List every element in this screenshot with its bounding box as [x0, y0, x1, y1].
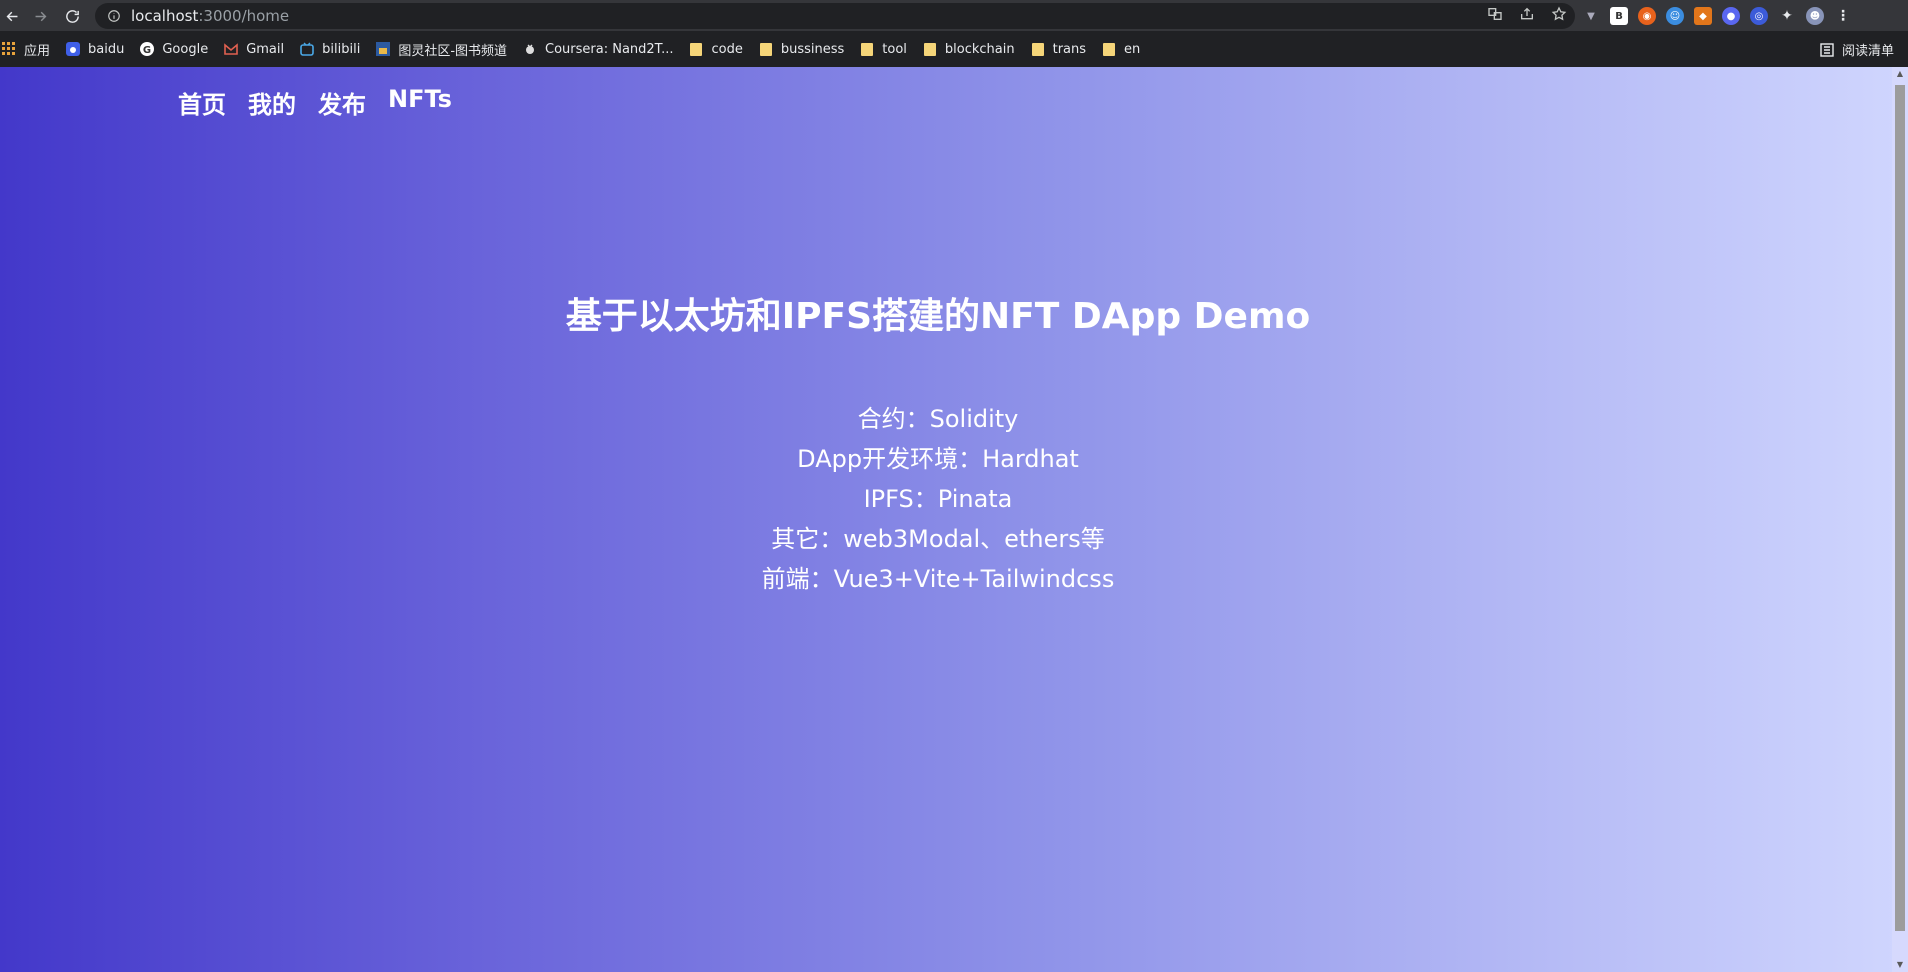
folder-icon	[689, 42, 703, 56]
bookmark-label: baidu	[88, 41, 125, 57]
bookmark-label: 图灵社区-图书频道	[398, 43, 508, 59]
nav-home[interactable]: 首页	[178, 85, 226, 120]
tech-stack-list: 合约：Solidity DApp开发环境：Hardhat IPFS：Pinata…	[0, 399, 1876, 599]
bookmark-label: blockchain	[944, 41, 1015, 57]
bookmark-google[interactable]: G Google	[140, 42, 208, 57]
address-bar[interactable]: localhost:3000/home	[95, 3, 1575, 29]
translate-icon[interactable]	[1487, 6, 1503, 26]
list-item: DApp开发环境：Hardhat	[797, 445, 1079, 473]
nav-nfts[interactable]: NFTs	[388, 85, 452, 120]
bookmark-bilibili[interactable]: bilibili	[300, 42, 360, 57]
baidu-icon	[66, 42, 81, 56]
vue-devtools-icon[interactable]: ▼	[1582, 7, 1600, 25]
list-item: 前端：Vue3+Vite+Tailwindcss	[761, 565, 1115, 593]
metamask-icon[interactable]: ◆	[1694, 7, 1712, 25]
bookmark-label: Coursera: Nand2T...	[545, 41, 674, 57]
gmail-icon	[224, 42, 238, 56]
coursera-icon	[523, 42, 537, 56]
arrow-left-icon	[6, 11, 17, 21]
reading-list-icon	[1820, 42, 1834, 57]
bookmark-folder-tool[interactable]: tool	[860, 42, 907, 57]
bookmark-label: Gmail	[246, 41, 285, 57]
site-nav: 首页 我的 发布 NFTs	[178, 85, 452, 120]
scroll-up-icon[interactable]: ▲	[1895, 69, 1905, 79]
nav-mine[interactable]: 我的	[248, 85, 296, 120]
bookmark-label: tool	[882, 41, 907, 57]
back-button[interactable]	[0, 4, 24, 28]
bookmark-folder-blockchain[interactable]: blockchain	[923, 42, 1015, 57]
turing-icon	[376, 42, 391, 56]
scroll-down-icon[interactable]: ▼	[1895, 960, 1905, 970]
reload-icon	[65, 9, 79, 23]
svg-text:G: G	[143, 45, 151, 56]
folder-icon	[1102, 42, 1116, 56]
bookmark-baidu[interactable]: baidu	[66, 42, 124, 57]
google-icon: G	[140, 42, 155, 56]
page-title: 基于以太坊和IPFS搭建的NFT DApp Demo	[565, 296, 1311, 337]
reading-list-label: 阅读清单	[1841, 44, 1894, 59]
more-menu-icon[interactable]: ⋮	[1834, 7, 1852, 25]
bookmark-label: 应用	[24, 43, 51, 59]
bookmark-gmail[interactable]: Gmail	[224, 42, 284, 57]
folder-icon	[860, 42, 874, 56]
bookmark-apps[interactable]: 应用	[2, 40, 50, 59]
bilibili-icon	[300, 42, 314, 56]
scrollbar-thumb[interactable]	[1895, 85, 1905, 931]
list-item: 合约：Solidity	[857, 405, 1019, 433]
vertical-scrollbar[interactable]: ▲ ▼	[1892, 67, 1908, 972]
bookmark-label: Google	[162, 41, 209, 57]
list-item: 其它：web3Modal、ethers等	[771, 525, 1105, 553]
bookmark-folder-code[interactable]: code	[689, 41, 743, 57]
browser-chrome: localhost:3000/home ▼ B ◉ ☺ ◆ ● ◎ ✦ ☻ ⋮ …	[0, 0, 1908, 67]
extension-icon[interactable]: ◎	[1750, 7, 1768, 25]
folder-icon	[1031, 42, 1045, 56]
extension-icon[interactable]: B	[1610, 7, 1628, 25]
url-path: :3000/home	[198, 7, 290, 25]
bookmark-folder-en[interactable]: en	[1102, 42, 1140, 57]
forward-button[interactable]	[28, 4, 52, 28]
bookmark-coursera[interactable]: Coursera: Nand2T...	[523, 42, 673, 57]
url-host: localhost	[131, 7, 199, 25]
folder-icon	[759, 42, 773, 56]
reload-button[interactable]	[60, 4, 84, 28]
arrow-right-icon	[35, 11, 46, 21]
extension-icon[interactable]: ◉	[1638, 7, 1656, 25]
reading-list-button[interactable]: 阅读清单	[1820, 40, 1894, 59]
extension-icon[interactable]: ●	[1722, 7, 1740, 25]
folder-icon	[923, 42, 937, 56]
puzzle-icon[interactable]: ✦	[1778, 7, 1796, 25]
share-icon[interactable]	[1519, 6, 1535, 26]
apps-grid-icon	[2, 42, 16, 56]
bookmark-folder-trans[interactable]: trans	[1031, 42, 1086, 57]
bookmark-label: bilibili	[322, 41, 361, 57]
bookmark-turing[interactable]: 图灵社区-图书频道	[376, 40, 507, 59]
bookmark-label: trans	[1052, 41, 1087, 57]
avatar[interactable]: ☻	[1806, 7, 1824, 25]
page-viewport: 首页 我的 发布 NFTs 基于以太坊和IPFS搭建的NFT DApp Demo…	[0, 67, 1908, 972]
list-item: IPFS：Pinata	[863, 485, 1013, 513]
bookmark-label: bussiness	[780, 41, 845, 57]
extensions-tray: ▼ B ◉ ☺ ◆ ● ◎ ✦ ☻ ⋮	[1582, 4, 1852, 28]
extension-icon[interactable]: ☺	[1666, 7, 1684, 25]
bookmark-label: en	[1124, 41, 1141, 57]
info-icon	[108, 10, 120, 22]
bookmarks-bar: 应用 baidu G Google Gmail bilibili 图灵社区-图书频…	[0, 35, 1908, 63]
nav-publish[interactable]: 发布	[318, 85, 366, 120]
browser-toolbar: localhost:3000/home ▼ B ◉ ☺ ◆ ● ◎ ✦ ☻ ⋮	[0, 0, 1908, 31]
star-icon[interactable]	[1551, 6, 1567, 26]
bookmark-folder-bussiness[interactable]: bussiness	[759, 42, 844, 57]
bookmark-label: code	[711, 41, 743, 57]
